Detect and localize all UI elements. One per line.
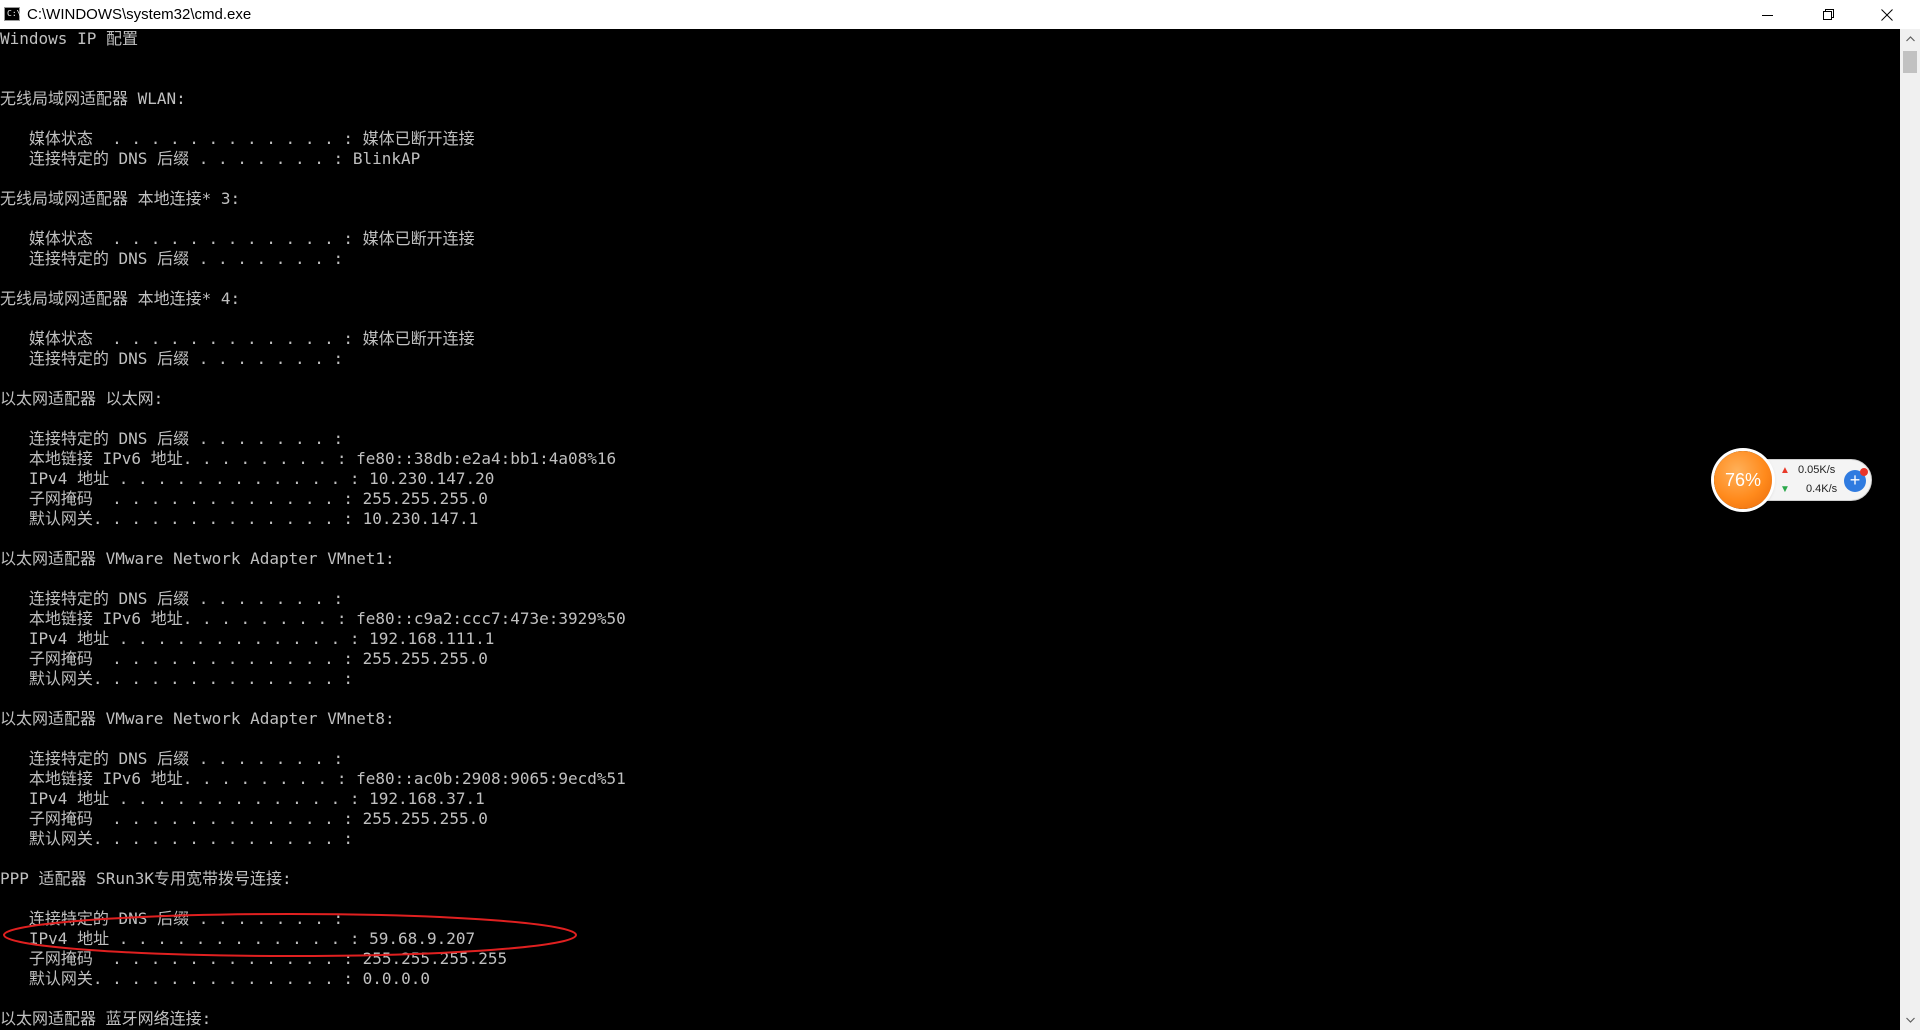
arrow-down-icon: ▼: [1780, 484, 1790, 495]
console-line: 无线局域网适配器 本地连接* 4:: [0, 289, 241, 308]
console-line: 以太网适配器 以太网:: [0, 389, 164, 408]
console-line: 连接特定的 DNS 后缀 . . . . . . . :: [0, 349, 344, 368]
notification-dot: [1860, 468, 1868, 476]
console-line: 默认网关. . . . . . . . . . . . . :: [0, 829, 353, 848]
console-line: 无线局域网适配器 本地连接* 3:: [0, 189, 241, 208]
console-line: 媒体状态 . . . . . . . . . . . . : 媒体已断开连接: [0, 329, 475, 348]
chevron-down-icon: [1905, 1017, 1915, 1023]
console-line: PPP 适配器 SRun3K专用宽带拨号连接:: [0, 869, 292, 888]
console-line: 子网掩码 . . . . . . . . . . . . : 255.255.2…: [0, 649, 488, 668]
console-line: 本地链接 IPv6 地址. . . . . . . . : fe80::38db…: [0, 449, 617, 468]
console-line: IPv4 地址 . . . . . . . . . . . . : 192.16…: [0, 629, 495, 648]
console-line: 媒体状态 . . . . . . . . . . . . : 媒体已断开连接: [0, 229, 475, 248]
cmd-icon: C:\: [4, 7, 21, 21]
console-line: IPv4 地址 . . . . . . . . . . . . : 192.16…: [0, 789, 485, 808]
minimize-button[interactable]: [1745, 0, 1791, 29]
console-line: 本地链接 IPv6 地址. . . . . . . . : fe80::ac0b…: [0, 769, 626, 788]
console-line: 连接特定的 DNS 后缀 . . . . . . . :: [0, 589, 344, 608]
console-line: 无线局域网适配器 WLAN:: [0, 89, 186, 108]
console-line: 子网掩码 . . . . . . . . . . . . : 255.255.2…: [0, 809, 488, 828]
console-line: 以太网适配器 VMware Network Adapter VMnet8:: [0, 709, 395, 728]
network-speed-widget[interactable]: 76% ▲ 0.05K/s ▼ 0.4K/s +: [1714, 451, 1874, 509]
download-speed: 0.4K/s: [1806, 483, 1838, 495]
close-icon: [1881, 8, 1893, 21]
console-line: 以太网适配器 蓝牙网络连接:: [0, 1009, 212, 1028]
console-line: 媒体状态 . . . . . . . . . . . . : 媒体已断开连接: [0, 129, 475, 148]
console-output[interactable]: Windows IP 配置无线局域网适配器 WLAN: 媒体状态 . . . .…: [0, 29, 1900, 1030]
upload-speed: 0.05K/s: [1798, 464, 1836, 476]
scroll-up-button[interactable]: [1900, 29, 1920, 49]
memory-usage-ball[interactable]: 76%: [1714, 451, 1772, 509]
console-line: IPv4 地址 . . . . . . . . . . . . : 59.68.…: [0, 929, 476, 948]
console-line: 以太网适配器 VMware Network Adapter VMnet1:: [0, 549, 395, 568]
scroll-thumb[interactable]: [1903, 51, 1917, 73]
console-line: 子网掩码 . . . . . . . . . . . . : 255.255.2…: [0, 949, 508, 968]
console-line: 默认网关. . . . . . . . . . . . . : 10.230.1…: [0, 509, 479, 528]
console-line: Windows IP 配置: [0, 29, 138, 48]
console-line: 连接特定的 DNS 后缀 . . . . . . . :: [0, 429, 344, 448]
window-title: C:\WINDOWS\system32\cmd.exe: [27, 6, 252, 23]
vertical-scrollbar[interactable]: [1900, 29, 1920, 1030]
console-line: 本地链接 IPv6 地址. . . . . . . . : fe80::c9a2…: [0, 609, 626, 628]
minimize-icon: [1762, 14, 1773, 16]
console-line: 连接特定的 DNS 后缀 . . . . . . . :: [0, 249, 344, 268]
console-line: 连接特定的 DNS 后缀 . . . . . . . :: [0, 909, 344, 928]
chevron-up-icon: [1905, 36, 1915, 42]
memory-percent: 76%: [1724, 469, 1762, 490]
restore-button[interactable]: [1806, 0, 1852, 29]
scroll-down-button[interactable]: [1900, 1010, 1920, 1030]
title-bar: C:\ C:\WINDOWS\system32\cmd.exe: [0, 0, 1920, 29]
console-line: 默认网关. . . . . . . . . . . . . : 0.0.0.0: [0, 969, 431, 988]
arrow-up-icon: ▲: [1780, 465, 1790, 476]
console-line: IPv4 地址 . . . . . . . . . . . . : 10.230…: [0, 469, 495, 488]
console-line: 子网掩码 . . . . . . . . . . . . : 255.255.2…: [0, 489, 488, 508]
restore-icon: [1823, 8, 1834, 20]
console-line: 默认网关. . . . . . . . . . . . . :: [0, 669, 353, 688]
console-line: 连接特定的 DNS 后缀 . . . . . . . : BlinkAP: [0, 149, 421, 168]
console-line: 连接特定的 DNS 后缀 . . . . . . . :: [0, 749, 344, 768]
close-button[interactable]: [1864, 0, 1910, 29]
